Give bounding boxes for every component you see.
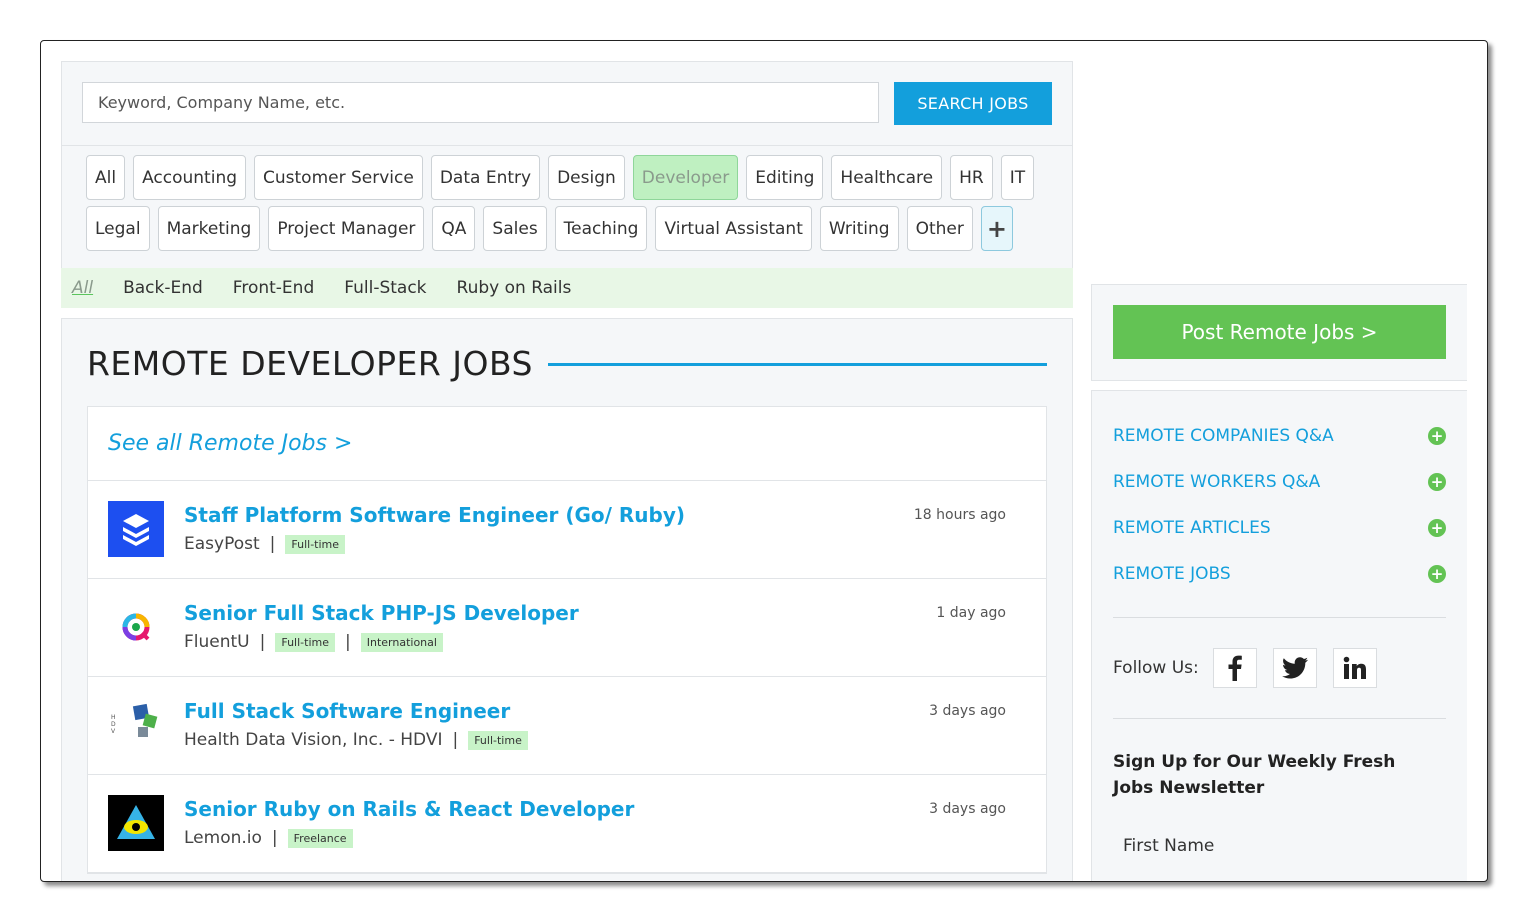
category-design[interactable]: Design — [548, 155, 625, 200]
job-meta: Lemon.io | Freelance — [184, 828, 353, 848]
category-list: All Accounting Customer Service Data Ent… — [86, 155, 1046, 251]
subcategory-full-stack[interactable]: Full-Stack — [344, 278, 426, 298]
sidebar-link-workers-qa[interactable]: REMOTE WORKERS Q&A + — [1113, 459, 1446, 505]
category-it[interactable]: IT — [1000, 155, 1035, 200]
title-underline — [548, 363, 1047, 366]
subcategory-all[interactable]: All — [72, 278, 93, 298]
subcategory-ruby-on-rails[interactable]: Ruby on Rails — [457, 278, 572, 298]
job-posted-time: 3 days ago — [929, 801, 1006, 817]
job-row[interactable]: Senior Full Stack PHP-JS Developer Fluen… — [88, 579, 1046, 677]
hdvi-logo-icon[interactable]: H D V — [108, 697, 164, 753]
separator: | — [271, 828, 278, 848]
job-meta: EasyPost | Full-time — [184, 534, 346, 554]
twitter-icon[interactable] — [1272, 648, 1317, 688]
facebook-icon[interactable] — [1212, 648, 1257, 688]
category-sales[interactable]: Sales — [483, 206, 547, 251]
divider — [62, 145, 1072, 146]
separator: | — [345, 632, 351, 652]
job-posted-time: 1 day ago — [936, 605, 1006, 621]
plus-circle-icon[interactable]: + — [1428, 427, 1446, 445]
company-name: EasyPost — [184, 534, 260, 554]
category-data-entry[interactable]: Data Entry — [430, 155, 541, 200]
svg-text:H: H — [111, 714, 116, 721]
search-jobs-button[interactable]: SEARCH JOBS — [894, 82, 1052, 125]
category-healthcare[interactable]: Healthcare — [831, 155, 943, 200]
company-name: FluentU — [184, 632, 250, 652]
divider — [1113, 617, 1446, 618]
job-meta: Health Data Vision, Inc. - HDVI | Full-t… — [184, 730, 528, 750]
job-title-link[interactable]: Senior Full Stack PHP-JS Developer — [184, 601, 579, 625]
subcategory-front-end[interactable]: Front-End — [233, 278, 314, 298]
page-title: REMOTE DEVELOPER JOBS — [87, 344, 533, 383]
newsletter-title: Sign Up for Our Weekly Fresh Jobs Newsle… — [1113, 752, 1396, 798]
job-title-link[interactable]: Staff Platform Software Engineer (Go/ Ru… — [184, 503, 685, 527]
sidebar-link-jobs[interactable]: REMOTE JOBS + — [1113, 551, 1446, 597]
company-name: Health Data Vision, Inc. - HDVI — [184, 730, 443, 750]
job-row[interactable]: Senior Ruby on Rails & React Developer L… — [88, 775, 1046, 873]
job-type-tag: Full-time — [285, 534, 346, 554]
job-row[interactable]: Staff Platform Software Engineer (Go/ Ru… — [88, 481, 1046, 579]
fluentu-logo-icon[interactable] — [108, 599, 164, 655]
subcategory-back-end[interactable]: Back-End — [123, 278, 203, 298]
more-categories-button[interactable]: + — [980, 206, 1013, 251]
svg-text:D: D — [111, 721, 116, 728]
job-row[interactable]: H D V Full Stack Software Engineer Healt… — [88, 677, 1046, 775]
sidebar-link-label: REMOTE WORKERS Q&A — [1113, 472, 1321, 492]
first-name-label: First Name — [1123, 836, 1215, 856]
separator: | — [452, 730, 459, 750]
category-project-manager[interactable]: Project Manager — [268, 206, 425, 251]
separator: | — [259, 632, 266, 652]
post-remote-jobs-button[interactable]: Post Remote Jobs > — [1113, 305, 1446, 359]
follow-us: Follow Us: — [1113, 648, 1393, 688]
sidebar-link-label: REMOTE JOBS — [1113, 564, 1231, 584]
linkedin-icon[interactable] — [1332, 648, 1377, 688]
separator: | — [269, 534, 276, 554]
divider — [1113, 718, 1446, 719]
sidebar-link-label: REMOTE ARTICLES — [1113, 518, 1271, 538]
subcategory-bar: All Back-End Front-End Full-Stack Ruby o… — [61, 268, 1073, 308]
easypost-logo-icon[interactable] — [108, 501, 164, 557]
page-frame: SEARCH JOBS All Accounting Customer Serv… — [40, 40, 1488, 882]
category-hr[interactable]: HR — [950, 155, 993, 200]
category-marketing[interactable]: Marketing — [157, 206, 261, 251]
plus-circle-icon[interactable]: + — [1428, 473, 1446, 491]
job-title-link[interactable]: Senior Ruby on Rails & React Developer — [184, 797, 634, 821]
job-meta: FluentU | Full-time | International — [184, 632, 443, 652]
search-panel: SEARCH JOBS All Accounting Customer Serv… — [61, 61, 1073, 269]
sidebar-link-articles[interactable]: REMOTE ARTICLES + — [1113, 505, 1446, 551]
job-type-tag: Full-time — [275, 632, 335, 652]
jobs-list: See all Remote Jobs > Staff Platform Sof… — [87, 406, 1047, 874]
category-teaching[interactable]: Teaching — [554, 206, 648, 251]
category-legal[interactable]: Legal — [86, 206, 150, 251]
post-jobs-panel: Post Remote Jobs > — [1091, 284, 1467, 381]
job-type-tag: Full-time — [468, 730, 528, 750]
sidebar-links: REMOTE COMPANIES Q&A + REMOTE WORKERS Q&… — [1113, 413, 1446, 597]
category-accounting[interactable]: Accounting — [133, 155, 247, 200]
sidebar-panel: REMOTE COMPANIES Q&A + REMOTE WORKERS Q&… — [1091, 390, 1467, 881]
sidebar-link-label: REMOTE COMPANIES Q&A — [1113, 426, 1334, 446]
job-location-tag: International — [360, 632, 443, 652]
category-editing[interactable]: Editing — [746, 155, 824, 200]
plus-circle-icon[interactable]: + — [1428, 565, 1446, 583]
jobs-panel: REMOTE DEVELOPER JOBS See all Remote Job… — [61, 318, 1073, 881]
category-other[interactable]: Other — [906, 206, 973, 251]
category-developer[interactable]: Developer — [632, 155, 739, 200]
job-type-tag: Freelance — [287, 828, 353, 848]
sidebar-link-companies-qa[interactable]: REMOTE COMPANIES Q&A + — [1113, 413, 1446, 459]
category-writing[interactable]: Writing — [819, 206, 899, 251]
job-posted-time: 18 hours ago — [913, 507, 1006, 523]
category-all[interactable]: All — [86, 155, 126, 200]
follow-us-label: Follow Us: — [1113, 658, 1199, 678]
category-virtual-assistant[interactable]: Virtual Assistant — [655, 206, 812, 251]
job-title-link[interactable]: Full Stack Software Engineer — [184, 699, 510, 723]
job-posted-time: 3 days ago — [929, 703, 1006, 719]
lemon-io-logo-icon[interactable] — [108, 795, 164, 851]
category-customer-service[interactable]: Customer Service — [254, 155, 423, 200]
category-qa[interactable]: QA — [432, 206, 476, 251]
plus-circle-icon[interactable]: + — [1428, 519, 1446, 537]
search-input[interactable] — [82, 82, 879, 123]
see-all-jobs-link[interactable]: See all Remote Jobs > — [88, 407, 1046, 481]
company-name: Lemon.io — [184, 828, 262, 848]
